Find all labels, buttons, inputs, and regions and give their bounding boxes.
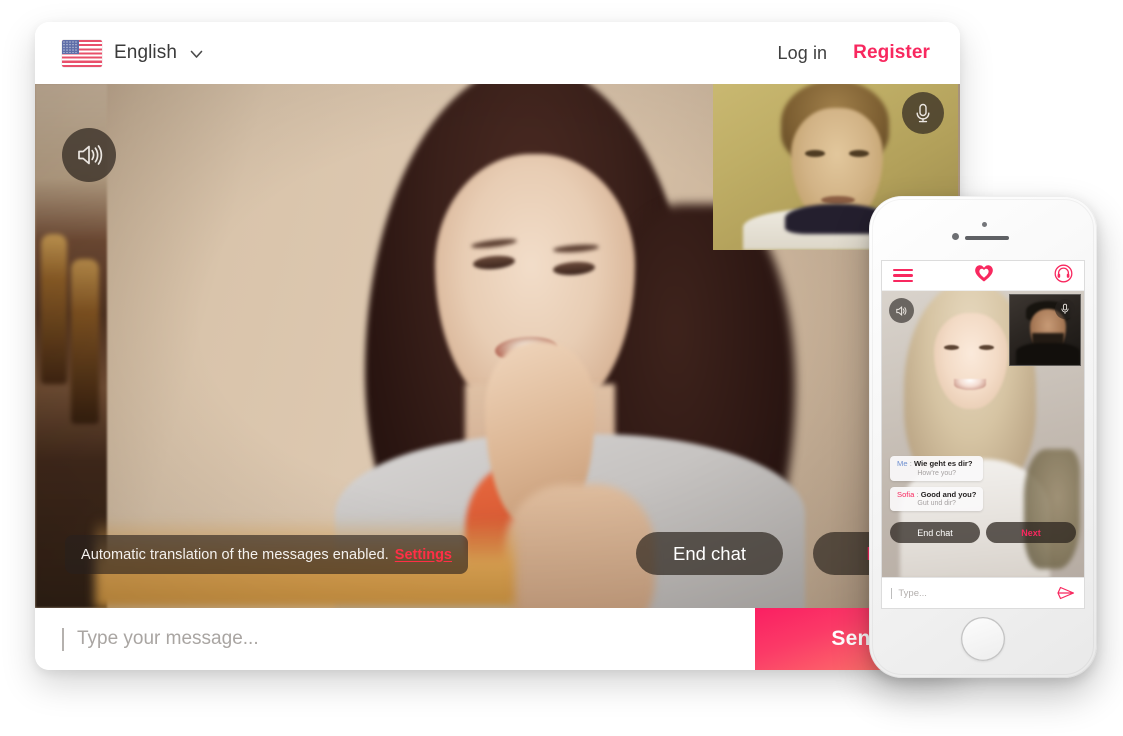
microphone-icon[interactable]: [902, 92, 944, 134]
us-flag-icon: [62, 39, 102, 67]
login-link[interactable]: Log in: [778, 43, 828, 64]
phone-mockup: Me : Wie geht es dir? How're you? Sofia …: [869, 196, 1097, 678]
hamburger-menu-icon[interactable]: [893, 268, 913, 283]
phone-chat-actions: End chat Next: [890, 522, 1076, 543]
phone-earpiece: [965, 236, 1009, 240]
phone-camera-icon: [952, 233, 959, 240]
message-text: Good and you?: [920, 489, 977, 499]
text-caret: [62, 627, 64, 651]
message-text: Wie geht es dir?: [913, 459, 973, 469]
phone-video-stage: Me : Wie geht es dir? How're you? Sofia …: [882, 291, 1084, 579]
phone-local-video-pip: [1009, 294, 1081, 366]
list-item: Sofia : Good and you? Gut und dir?: [890, 486, 984, 511]
phone-message-list: Me : Wie geht es dir? How're you? Sofia …: [890, 456, 984, 511]
language-selector[interactable]: English: [62, 39, 203, 67]
message-sender: Sofia: [897, 489, 915, 499]
message-composer: Send: [35, 608, 960, 670]
phone-message-input[interactable]: [898, 587, 1057, 599]
message-translation: Gut und dir?: [917, 500, 956, 507]
phone-sensor-icon: [982, 222, 987, 227]
video-chat-stage: Automatic translation of the messages en…: [35, 84, 960, 608]
desktop-browser-card: English Log in Register Automatic transl…: [35, 22, 960, 670]
paper-plane-send-icon[interactable]: [1057, 586, 1075, 600]
heart-logo-icon: [973, 263, 995, 288]
message-sender: Me: [897, 459, 908, 469]
phone-screen: Me : Wie geht es dir? How're you? Sofia …: [881, 260, 1085, 609]
end-chat-button[interactable]: End chat: [636, 532, 783, 575]
message-separator: :: [916, 489, 919, 499]
message-input[interactable]: [76, 628, 755, 650]
site-header: English Log in Register: [35, 22, 960, 84]
speaker-icon[interactable]: [62, 128, 116, 182]
headset-support-icon[interactable]: [1054, 264, 1073, 288]
phone-end-chat-button[interactable]: End chat: [890, 522, 980, 543]
phone-text-caret: [891, 587, 893, 599]
translation-notice: Automatic translation of the messages en…: [65, 535, 468, 574]
language-label: English: [114, 42, 178, 63]
register-link[interactable]: Register: [853, 42, 930, 64]
message-translation: How're you?: [917, 469, 957, 477]
phone-home-button[interactable]: [961, 617, 1005, 661]
message-input-wrap: [35, 608, 755, 670]
page-root: English Log in Register Automatic transl…: [0, 0, 1123, 736]
translation-settings-link[interactable]: Settings: [395, 547, 452, 563]
phone-speaker-icon[interactable]: [889, 298, 914, 323]
auth-links: Log in Register: [778, 42, 930, 64]
phone-microphone-icon[interactable]: [1055, 299, 1075, 319]
message-separator: :: [909, 459, 912, 469]
translation-notice-text: Automatic translation of the messages en…: [81, 546, 389, 563]
phone-app-bar: [882, 261, 1084, 291]
phone-message-composer: [882, 577, 1084, 608]
list-item: Me : Wie geht es dir? How're you?: [890, 456, 984, 481]
chevron-down-icon: [190, 48, 203, 61]
phone-next-button[interactable]: Next: [986, 522, 1076, 543]
